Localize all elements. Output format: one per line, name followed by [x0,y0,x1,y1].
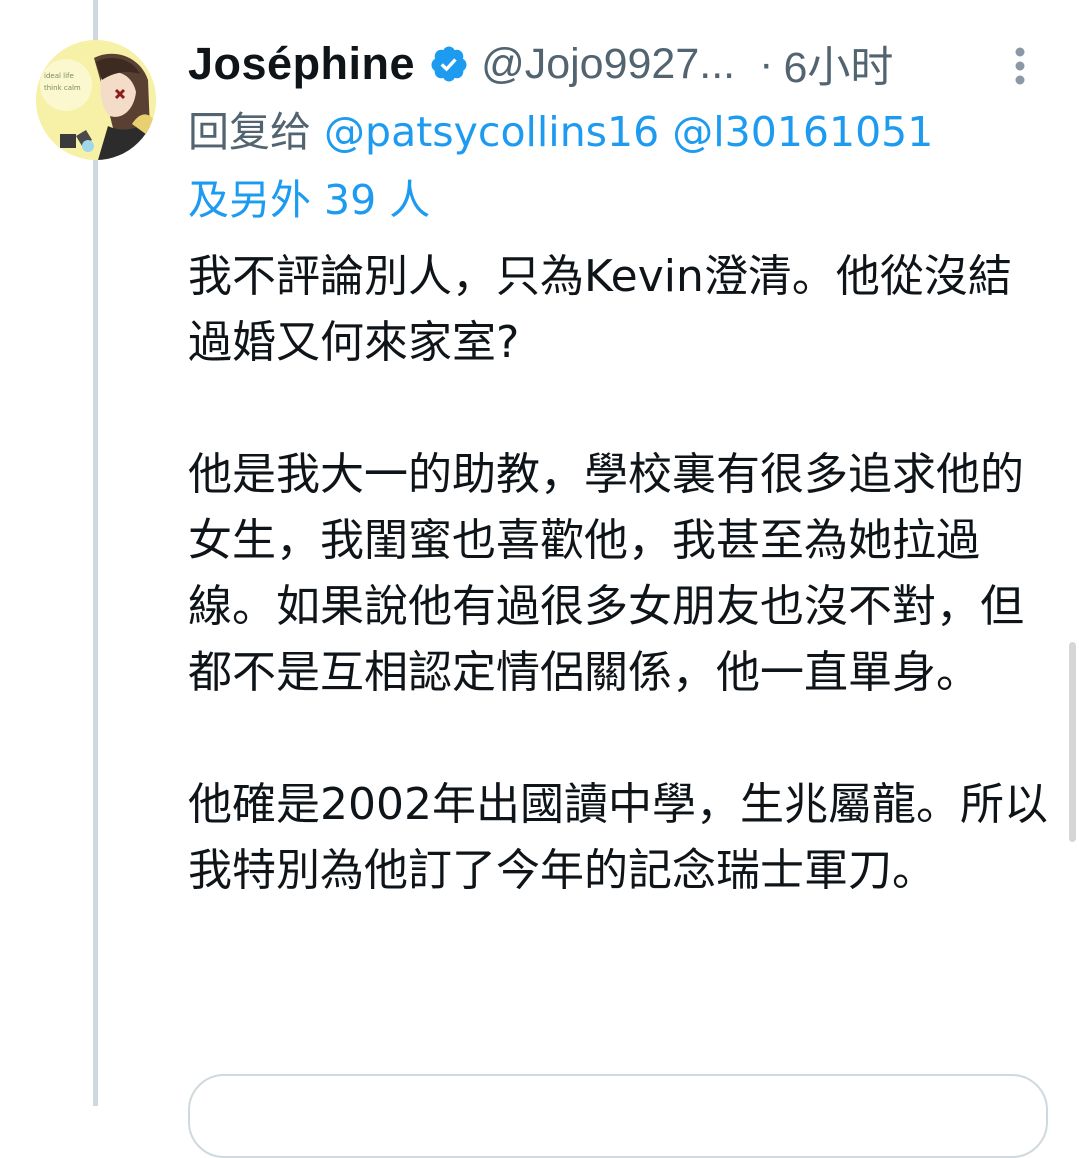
thread-connector-line [93,0,98,1106]
embedded-card[interactable] [188,1074,1048,1158]
tweet-text: 我不評論別人，只為Kevin澄清。他從沒結過婚又何來家室? 他是我大一的助教，學… [188,244,1048,904]
tweet-paragraph: 他確是2002年出國讀中學，生兆屬龍。所以我特別為他訂了今年的記念瑞士軍刀。 [188,779,1048,896]
verified-badge-icon [431,46,467,82]
header-separator: · [759,39,774,88]
avatar-illustration-icon: ideal life think calm [36,40,156,160]
scrollbar-thumb[interactable] [1069,642,1076,842]
tweet-paragraph: 我不評論別人，只為Kevin澄清。他從沒結過婚又何來家室? [188,251,1012,368]
more-vertical-icon[interactable] [1010,44,1030,88]
tweet-timestamp[interactable]: 6小时 [783,33,893,95]
tweet-paragraph: 他是我大一的助教，學校裏有很多追求他的女生，我閨蜜也喜歡他，我甚至為她拉過線。如… [188,449,1024,698]
reply-user-link[interactable]: @l30161051 [672,108,933,156]
reply-others-link[interactable]: 及另外 39 人 [188,176,430,224]
reply-context: 回复给 @patsycollins16 @l30161051 及另外 39 人 [188,98,1058,234]
reply-prefix: 回复给 [188,108,311,156]
svg-text:think calm: think calm [44,84,81,92]
reply-user-link[interactable]: @patsycollins16 [324,108,659,156]
author-display-name[interactable]: Joséphine [188,38,415,90]
author-avatar[interactable]: ideal life think calm [36,40,156,160]
tweet-header: Joséphine @Jojo9927... · 6小时 [188,34,1048,94]
author-handle[interactable]: @Jojo9927... [481,40,735,89]
svg-text:ideal life: ideal life [44,72,74,80]
